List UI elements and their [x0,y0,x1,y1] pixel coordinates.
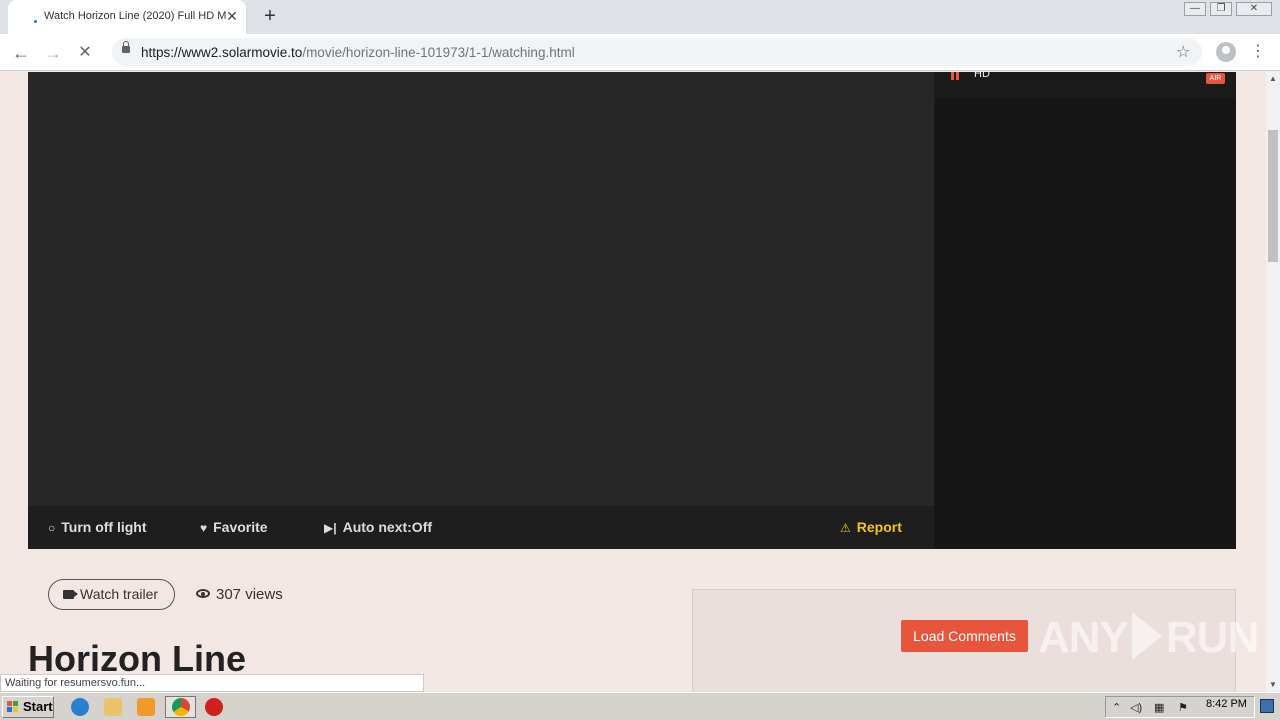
loading-spinner-icon [34,20,37,23]
heart-icon: ♥ [200,521,208,535]
tab-close-icon[interactable]: ✕ [224,8,240,24]
favorite-label: Favorite [213,519,268,535]
view-count: 307 views [196,586,283,603]
scroll-thumb[interactable] [1268,130,1278,262]
anyrun-watermark: ANY RUN [1038,612,1259,663]
auto-next-button[interactable]: ▶| Auto next:Off [324,519,432,535]
close-window-button[interactable]: ✕ [1236,2,1272,16]
load-comments-button[interactable]: Load Comments [901,620,1028,652]
turn-off-light-button[interactable]: ○ Turn off light [48,519,147,535]
taskbar-clock[interactable]: 8:42 PM [1206,698,1247,710]
page-scrollbar[interactable]: ▲ ▼ [1266,72,1280,692]
volume-icon[interactable]: ◁) [1130,701,1142,714]
server-badge: AIR [1206,73,1225,84]
url-host: https://www2.solarmovie.to [141,45,303,60]
new-tab-button[interactable]: + [260,6,280,26]
action-center-flag-icon[interactable]: ⚑ [1178,701,1188,714]
browser-menu-icon[interactable]: ⋮ [1250,42,1266,62]
watermark-left: ANY [1038,613,1129,662]
lightbulb-icon: ○ [48,521,56,535]
profile-avatar[interactable] [1216,42,1236,62]
bookmark-star-icon[interactable]: ☆ [1176,42,1190,62]
turn-off-light-label: Turn off light [61,519,147,535]
report-button[interactable]: ⚠ Report [840,519,902,535]
url-text: https://www2.solarmovie.to/movie/horizon… [141,45,575,60]
warning-icon: ⚠ [840,521,851,535]
windows-logo-icon [7,701,19,713]
stop-loading-button[interactable]: ✕ [74,42,96,64]
server-label: HD [974,72,990,80]
watermark-play-icon [1131,612,1162,660]
report-label: Report [856,519,902,535]
skip-next-icon: ▶| [324,521,337,535]
server-item[interactable]: HD AIR [934,72,1236,98]
favorite-button[interactable]: ♥ Favorite [200,519,268,535]
watch-trailer-button[interactable]: Watch trailer [48,579,175,610]
scroll-up-arrow-icon[interactable]: ▲ [1266,72,1280,86]
forward-button[interactable]: → [42,42,64,64]
tab-title: Watch Horizon Line (2020) Full HD M [44,10,226,22]
watch-trailer-label: Watch trailer [80,586,159,602]
video-camera-icon [63,590,78,599]
media-player-icon[interactable] [137,698,155,716]
browser-toolbar: ← → ✕ https://www2.solarmovie.to/movie/h… [0,34,1280,71]
back-button[interactable]: ← [10,42,32,64]
comments-section: Load Comments ANY RUN [692,589,1259,692]
url-path: /movie/horizon-line-101973/1-1/watching.… [302,45,575,60]
player-controls-bar: ○ Turn off light ♥ Favorite ▶| Auto next:Of… [28,506,934,549]
server-bars-icon [951,72,959,80]
lock-icon [122,41,130,53]
chrome-taskbar-button[interactable] [165,696,196,718]
network-icon[interactable]: ▦ [1154,701,1164,714]
watermark-right: RUN [1165,613,1259,662]
file-explorer-icon[interactable] [104,698,122,716]
address-bar[interactable]: https://www2.solarmovie.to/movie/horizon… [112,38,1202,66]
minimize-button[interactable]: — [1184,2,1206,16]
scroll-down-arrow-icon[interactable]: ▼ [1266,678,1280,692]
show-desktop-icon[interactable] [1260,699,1274,713]
windows-taskbar: Start ⌃ ◁) ▦ ⚑ 8:42 PM [0,692,1280,720]
antivirus-icon[interactable] [205,698,223,716]
internet-explorer-icon[interactable] [71,698,89,716]
view-count-text: 307 views [216,586,283,603]
start-button[interactable]: Start [2,696,54,718]
start-label: Start [23,699,53,714]
page-content: ○ Turn off light ♥ Favorite ▶| Auto next:Of… [0,72,1266,692]
chrome-icon [172,698,190,716]
auto-next-label: Auto next:Off [342,519,433,535]
video-player[interactable] [28,72,934,506]
tab-strip: Watch Horizon Line (2020) Full HD M ✕ + … [0,0,1280,34]
tray-expand-icon[interactable]: ⌃ [1112,701,1121,714]
status-bubble: Waiting for resumersvo.fun... [0,674,424,692]
eye-icon [196,589,210,598]
browser-tab[interactable]: Watch Horizon Line (2020) Full HD M ✕ [8,0,246,34]
server-list: HD AIR [934,72,1236,549]
restore-button[interactable]: ❐ [1210,2,1232,16]
